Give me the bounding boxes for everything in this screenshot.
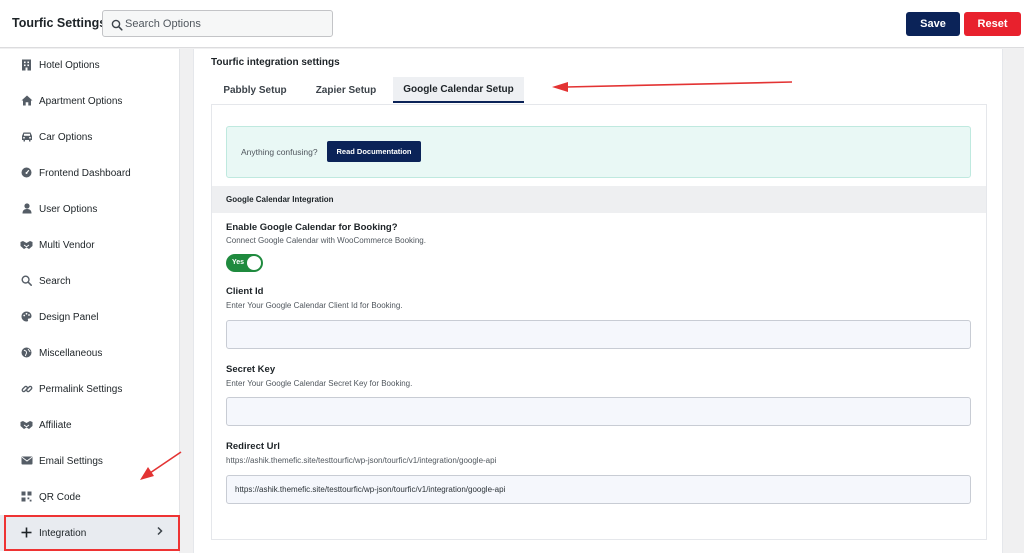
read-documentation-button[interactable]: Read Documentation (327, 141, 421, 162)
sidebar-item-label: Miscellaneous (39, 347, 103, 359)
save-button[interactable]: Save (906, 12, 960, 36)
sidebar-item-label: Car Options (39, 131, 93, 143)
tab-pabbly-setup[interactable]: Pabbly Setup (213, 77, 297, 103)
building-icon (20, 58, 33, 71)
sidebar-item-design-panel[interactable]: Design Panel (0, 299, 180, 335)
sidebar-item-label: Frontend Dashboard (39, 167, 131, 179)
redirect-url-label: Redirect Url (226, 441, 280, 452)
sidebar-item-miscellaneous[interactable]: Miscellaneous (0, 335, 180, 371)
enable-calendar-toggle[interactable]: Yes (226, 254, 263, 272)
handshake-icon (20, 418, 33, 431)
redirect-url-description: https://ashik.themefic.site/testtourfic/… (226, 456, 497, 465)
section-title: Tourfic integration settings (211, 57, 340, 68)
sidebar-item-apartment-options[interactable]: Apartment Options (0, 83, 180, 119)
redirect-url-input[interactable] (226, 475, 971, 504)
chevron-right-icon (156, 525, 164, 539)
sidebar-item-label: Multi Vendor (39, 239, 95, 251)
sidebar-item-label: Integration (39, 527, 87, 539)
app-title: Tourfic Settings (12, 16, 107, 30)
sidebar-item-search[interactable]: Search (0, 263, 180, 299)
reset-button[interactable]: Reset (964, 12, 1021, 36)
palette-icon (20, 310, 33, 323)
secret-key-input[interactable] (226, 397, 971, 426)
sidebar-item-affiliate[interactable]: Affiliate (0, 407, 180, 443)
car-icon (20, 130, 33, 143)
search-input[interactable] (125, 11, 330, 36)
sidebar-item-integration[interactable]: Integration (0, 515, 180, 551)
tab-zapier-setup[interactable]: Zapier Setup (305, 77, 387, 103)
toggle-label: Yes (232, 259, 245, 266)
search-box[interactable] (102, 10, 333, 37)
sidebar-item-label: Search (39, 275, 71, 287)
sidebar-item-user-options[interactable]: User Options (0, 191, 180, 227)
enable-calendar-description: Connect Google Calendar with WooCommerce… (226, 236, 426, 245)
sidebar-item-label: Email Settings (39, 455, 103, 467)
client-id-label: Client Id (226, 286, 264, 297)
home-icon (20, 94, 33, 107)
sidebar-item-label: Affiliate (39, 419, 72, 431)
sidebar-item-label: Permalink Settings (39, 383, 123, 395)
sidebar-item-car-options[interactable]: Car Options (0, 119, 180, 155)
sidebar-item-multi-vendor[interactable]: Multi Vendor (0, 227, 180, 263)
sidebar-item-label: Design Panel (39, 311, 99, 323)
globe-icon (20, 346, 33, 359)
toggle-knob (247, 256, 261, 270)
notice-text: Anything confusing? (241, 147, 318, 157)
search-icon (20, 274, 33, 287)
sidebar-item-label: QR Code (39, 491, 81, 503)
search-icon (111, 18, 123, 31)
top-header: Tourfic Settings Save Reset (0, 0, 1024, 48)
plus-icon (20, 526, 33, 539)
qrcode-icon (20, 490, 33, 503)
link-icon (20, 382, 33, 395)
sidebar-item-frontend-dashboard[interactable]: Frontend Dashboard (0, 155, 180, 191)
sidebar-item-email-settings[interactable]: Email Settings (0, 443, 180, 479)
sidebar-item-permalink-settings[interactable]: Permalink Settings (0, 371, 180, 407)
sidebar-item-label: Apartment Options (39, 95, 123, 107)
secret-key-label: Secret Key (226, 364, 276, 375)
sidebar-item-qr-code[interactable]: QR Code (0, 479, 180, 515)
group-title: Google Calendar Integration (226, 195, 334, 204)
handshake-icon (20, 238, 33, 251)
envelope-icon (20, 454, 33, 467)
tab-google-calendar-setup[interactable]: Google Calendar Setup (393, 77, 524, 103)
client-id-description: Enter Your Google Calendar Client Id for… (226, 301, 403, 310)
sidebar-item-hotel-options[interactable]: Hotel Options (0, 47, 180, 83)
secret-key-description: Enter Your Google Calendar Secret Key fo… (226, 379, 413, 388)
client-id-input[interactable] (226, 320, 971, 349)
sidebar: Hotel Options Apartment Options Car Opti… (0, 49, 180, 553)
sidebar-item-label: Hotel Options (39, 59, 100, 71)
user-icon (20, 202, 33, 215)
sidebar-item-label: User Options (39, 203, 98, 215)
gauge-icon (20, 166, 33, 179)
enable-calendar-label: Enable Google Calendar for Booking? (226, 222, 398, 233)
